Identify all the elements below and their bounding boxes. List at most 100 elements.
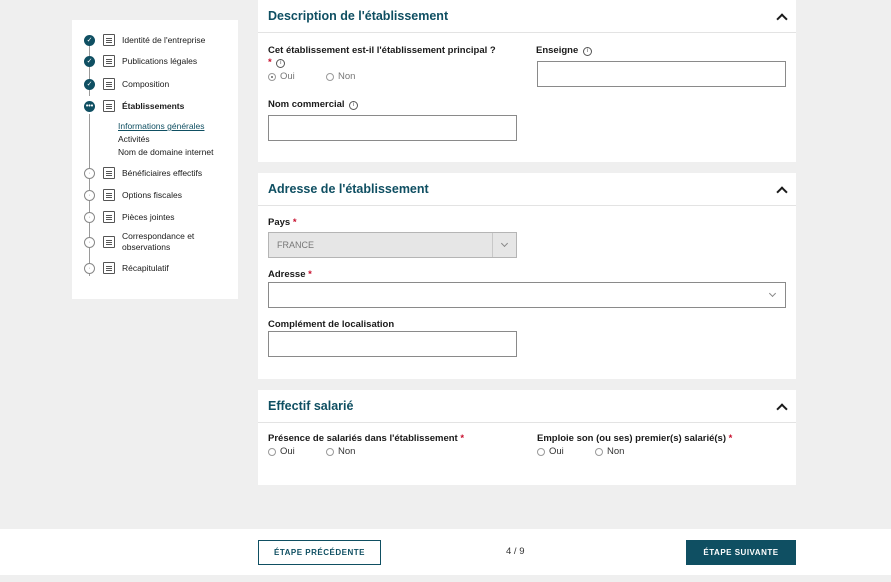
substep-nom-domaine[interactable]: Nom de domaine internet [118,147,213,157]
complement-label: Complément de localisation [268,319,395,330]
radio-label: Non [607,446,625,457]
step-label: Options fiscales [122,190,182,200]
presence-label: Présence de salariés dans l'établissemen… [268,433,464,444]
effectif-header[interactable]: Effectif salarié [258,390,796,423]
radio-label: Non [338,446,356,457]
step-pieces-jointes[interactable]: · Pièces jointes [84,211,174,223]
chevron-down-icon [492,233,516,257]
pending-icon: · [84,211,95,223]
radio-icon [268,447,276,456]
step-label: Correspondance et observations [122,231,195,252]
pending-icon: · [84,167,95,179]
pays-text: Pays [268,217,291,228]
steps-sidebar: ✓ Identité de l'entreprise ✓ Publication… [72,20,238,299]
step-correspondance[interactable]: · Correspondance et observations [84,231,212,253]
complement-input[interactable] [268,331,517,357]
adresse-header[interactable]: Adresse de l'établissement [258,173,796,206]
radio-icon [537,447,545,456]
description-header[interactable]: Description de l'établissement [258,0,796,33]
document-icon [103,55,115,67]
radio-label: Oui [549,446,564,457]
principal-question-label: Cet établissement est-il l'établissement… [268,45,496,56]
emploie-oui-radio[interactable]: Oui [537,446,564,457]
enseigne-text: Enseigne [536,45,579,56]
step-options-fiscales[interactable]: · Options fiscales [84,189,182,201]
step-label: Publications légales [122,56,198,66]
radio-icon [326,72,334,81]
check-icon: ✓ [84,34,95,46]
description-card: Description de l'établissement Cet établ… [258,0,796,162]
radio-selected-icon [268,72,276,81]
required-marker: * [308,269,312,280]
radio-label: Non [338,71,356,82]
building-icon [103,100,115,112]
required-marker: * [292,217,297,228]
presence-non-radio[interactable]: Non [326,446,355,457]
step-label: Récapitulatif [122,263,169,273]
substep-activites[interactable]: Activités [118,134,150,144]
effectif-card: Effectif salarié Présence de salariés da… [258,390,796,485]
pending-icon: · [84,236,95,248]
principal-oui-radio[interactable]: Oui [268,71,295,82]
principal-required: * i [268,57,286,68]
step-recapitulatif[interactable]: · Récapitulatif [84,262,169,274]
step-etablissements[interactable]: ••• Établissements [84,100,184,112]
substep-informations-generales[interactable]: Informations générales [118,121,204,131]
step-label: Identité de l'entreprise [122,35,206,45]
pending-icon: · [84,262,95,274]
info-icon[interactable]: i [276,59,286,68]
pending-icon: · [84,189,95,201]
check-icon: ✓ [84,55,95,67]
step-beneficiaires[interactable]: · Bénéficiaires effectifs [84,167,202,179]
chevron-up-icon[interactable] [776,184,786,194]
step-counter: 4 / 9 [506,546,525,557]
principal-question-text: Cet établissement est-il l'établissement… [268,45,496,56]
pays-select[interactable]: FRANCE [268,232,517,258]
description-title: Description de l'établissement [268,9,449,23]
principal-non-radio[interactable]: Non [326,71,355,82]
mail-icon [103,236,115,248]
radio-label: Oui [280,71,295,82]
enseigne-input[interactable] [537,61,786,87]
step-publications[interactable]: ✓ Publications légales [84,55,197,67]
required-marker: * [728,433,733,444]
presence-oui-radio[interactable]: Oui [268,446,295,457]
step-identite[interactable]: ✓ Identité de l'entreprise [84,34,205,46]
step-label: Pièces jointes [122,212,175,222]
check-icon: ✓ [84,78,95,90]
enseigne-label: Enseigne i [536,45,592,56]
next-step-button[interactable]: ÉTAPE SUIVANTE [686,540,796,565]
chevron-down-icon [761,283,785,307]
required-marker: * [460,433,465,444]
pays-value: FRANCE [277,240,315,250]
presence-text: Présence de salariés dans l'établissemen… [268,433,458,444]
nom-commercial-text: Nom commercial [268,99,345,110]
radio-icon [326,447,334,456]
step-composition[interactable]: ✓ Composition [84,78,169,90]
calculator-icon [103,189,115,201]
current-step-icon: ••• [84,100,95,112]
radio-icon [595,447,603,456]
emploie-label: Emploie son (ou ses) premier(s) salarié(… [537,433,732,444]
emploie-text: Emploie son (ou ses) premier(s) salarié(… [537,433,727,444]
people-icon [103,167,115,179]
adresse-text: Adresse [268,269,306,280]
nom-commercial-input[interactable] [268,115,517,141]
summary-icon [103,262,115,274]
adresse-title: Adresse de l'établissement [268,182,429,196]
chevron-up-icon[interactable] [776,401,786,411]
info-icon[interactable]: i [582,47,592,56]
footer-bar: ÉTAPE PRÉCÉDENTE 4 / 9 ÉTAPE SUIVANTE [0,529,891,575]
chevron-up-icon[interactable] [776,11,786,21]
previous-step-button[interactable]: ÉTAPE PRÉCÉDENTE [258,540,381,565]
pays-label: Pays * [268,217,297,228]
emploie-non-radio[interactable]: Non [595,446,624,457]
required-marker: * [268,57,272,68]
info-icon[interactable]: i [349,101,359,110]
adresse-select[interactable] [268,282,786,308]
step-label: Bénéficiaires effectifs [122,168,203,178]
id-card-icon [103,34,115,46]
adresse-label: Adresse * [268,269,312,280]
adresse-card: Adresse de l'établissement Pays * FRANCE… [258,173,796,379]
effectif-title: Effectif salarié [268,399,354,413]
